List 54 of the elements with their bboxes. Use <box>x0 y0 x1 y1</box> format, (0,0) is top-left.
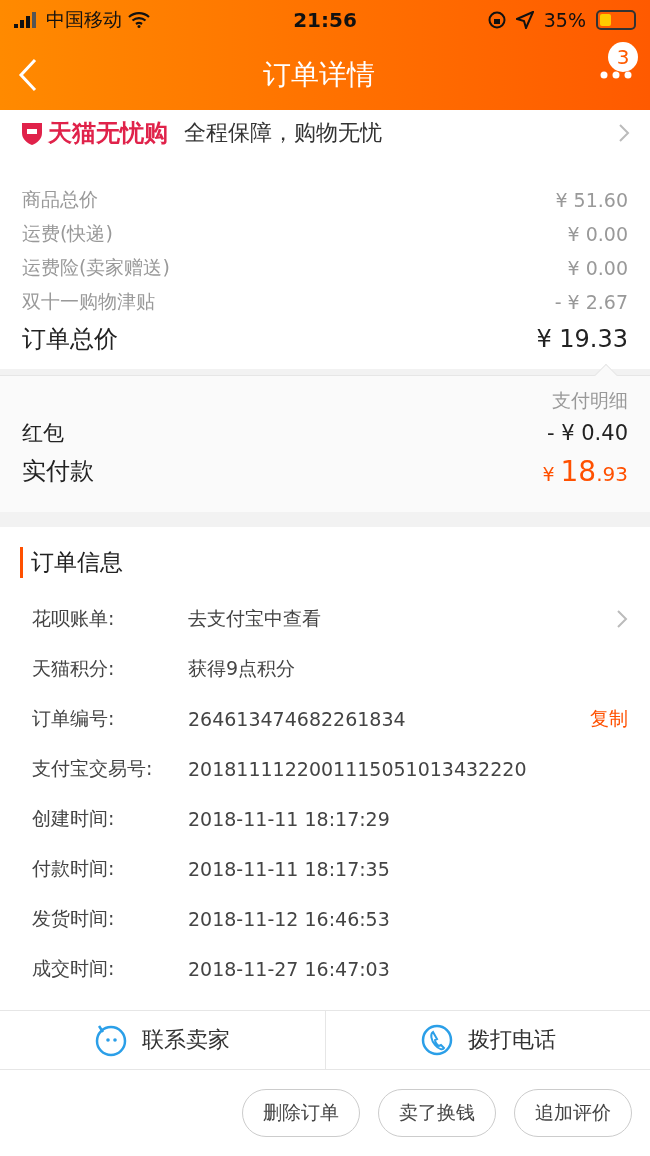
chevron-right-icon <box>618 122 630 143</box>
section-title: 订单信息 <box>20 547 628 578</box>
chat-face-icon <box>94 1023 129 1057</box>
location-arrow-icon <box>515 11 534 29</box>
info-label: 天猫积分: <box>32 656 116 681</box>
page-title: 订单详情 <box>263 57 375 93</box>
paid-label: 实付款 <box>22 456 94 487</box>
info-value: 264613474682261834 <box>188 708 407 730</box>
battery-icon <box>596 10 636 30</box>
clock-time: 21:56 <box>293 8 357 32</box>
price-label: 双十一购物津贴 <box>22 289 155 314</box>
price-label: 商品总价 <box>22 187 98 212</box>
price-value: ¥ 0.00 <box>567 223 628 245</box>
guarantee-text: 全程保障，购物无忧 <box>184 118 383 147</box>
price-value: ¥ 51.60 <box>555 189 628 211</box>
info-value: 获得9点积分 <box>188 656 297 681</box>
info-value[interactable]: 去支付宝中查看 <box>188 606 616 632</box>
price-label: 订单总价 <box>22 324 118 355</box>
info-value: 2018-11-27 16:47:03 <box>188 958 391 980</box>
info-label: 成交时间: <box>32 956 116 981</box>
battery-percent: 35% <box>543 9 586 31</box>
call-button[interactable]: 拨打电话 <box>324 1011 650 1069</box>
notification-badge: 3 <box>608 42 638 72</box>
price-value: ¥ 19.33 <box>536 325 628 353</box>
price-value: - ¥ 2.67 <box>554 291 628 313</box>
price-label: 运费险(卖家赠送) <box>22 255 170 280</box>
price-label: 运费(快递) <box>22 221 113 246</box>
info-label: 支付宝交易号: <box>32 756 154 781</box>
info-label: 花呗账单: <box>32 606 116 631</box>
phone-icon <box>419 1023 454 1057</box>
info-value: 2018-11-11 18:17:29 <box>188 808 391 830</box>
info-value: 2018111122001115051013432220 <box>188 758 528 780</box>
wifi-icon <box>128 12 150 28</box>
paid-amount: ¥ 18.93 <box>542 454 628 488</box>
rotation-lock-icon <box>487 11 506 29</box>
info-label: 付款时间: <box>32 856 116 881</box>
discount-label: 红包 <box>22 420 64 447</box>
info-value: 2018-11-11 18:17:35 <box>188 858 391 880</box>
back-button[interactable] <box>18 58 38 92</box>
more-button[interactable] <box>600 71 632 79</box>
guarantee-banner[interactable]: 天猫无忧购 全程保障，购物无忧 <box>0 110 650 155</box>
order-action-button[interactable]: 追加评价 <box>514 1089 632 1137</box>
brand-logo: 天猫无忧购 <box>20 116 168 149</box>
contact-seller-button[interactable]: 联系卖家 <box>0 1011 325 1069</box>
carrier-name: 中国移动 <box>46 7 122 32</box>
info-label: 发货时间: <box>32 906 116 931</box>
order-action-button[interactable]: 卖了换钱 <box>378 1089 496 1137</box>
info-label: 创建时间: <box>32 806 116 831</box>
price-value: ¥ 0.00 <box>567 257 628 279</box>
info-label: 订单编号: <box>32 706 116 731</box>
order-action-button[interactable]: 删除订单 <box>242 1089 360 1137</box>
discount-value: - ¥ 0.40 <box>546 421 628 445</box>
chevron-right-icon <box>616 609 628 629</box>
info-value: 2018-11-12 16:46:53 <box>188 908 391 930</box>
